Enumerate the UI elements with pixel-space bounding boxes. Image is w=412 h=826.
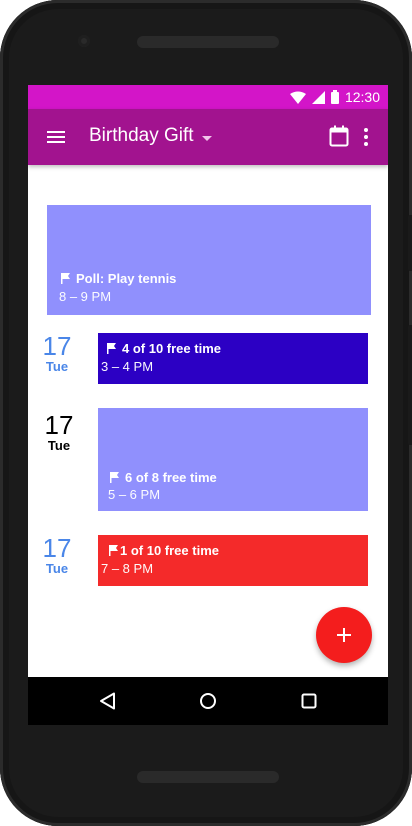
signal-icon (311, 90, 325, 104)
event-title: Poll: Play tennis (76, 271, 177, 286)
menu-button[interactable] (44, 125, 68, 149)
front-camera (78, 35, 90, 47)
date-weekday: Tue (47, 438, 71, 453)
event-title: 6 of 8 free time (125, 470, 217, 485)
bottom-speaker (137, 771, 279, 783)
event-time: 3 – 4 PM (101, 359, 154, 374)
date-weekday: Tue (45, 359, 69, 374)
menu-icon (47, 131, 65, 143)
dropdown-caret-icon (201, 135, 212, 141)
app-bar: Birthday Gift (28, 109, 388, 165)
back-button[interactable] (96, 689, 120, 713)
flag-icon (109, 545, 118, 556)
date-day: 17 (44, 410, 74, 440)
plus-icon (337, 628, 351, 642)
flag-icon (61, 273, 70, 284)
navigation-bar (28, 677, 388, 725)
volume-button (408, 215, 412, 271)
status-bar: 12:30 (28, 85, 388, 109)
calendar-button[interactable] (329, 125, 351, 149)
date-label: 17 Tue (34, 412, 84, 454)
more-options-button[interactable] (358, 125, 374, 149)
calendar-icon (329, 125, 349, 147)
more-vert-icon (364, 128, 368, 132)
screen: 12:30 Birthday Gift Poll: Play tennis 8 … (28, 85, 388, 725)
title-dropdown[interactable]: Birthday Gift (89, 125, 212, 147)
phone-frame: 12:30 Birthday Gift Poll: Play tennis 8 … (0, 0, 412, 826)
home-icon (200, 693, 216, 709)
event-card-poll[interactable]: Poll: Play tennis 8 – 9 PM (47, 205, 371, 315)
event-time: 5 – 6 PM (108, 487, 161, 502)
event-card-free-time[interactable]: 6 of 8 free time 5 – 6 PM (98, 408, 368, 511)
earpiece-speaker (137, 36, 279, 48)
date-weekday: Tue (45, 561, 69, 576)
add-event-button[interactable] (316, 607, 372, 663)
wifi-icon (289, 91, 306, 104)
event-time: 8 – 9 PM (59, 289, 112, 304)
flag-icon (107, 343, 116, 354)
battery-icon (330, 90, 339, 104)
power-button (408, 325, 412, 445)
recents-icon (301, 693, 317, 709)
recents-button[interactable] (297, 689, 321, 713)
event-title: 4 of 10 free time (122, 341, 221, 356)
date-day: 17 (42, 331, 72, 361)
event-card-free-time[interactable]: 1 of 10 free time 7 – 8 PM (98, 535, 368, 586)
event-time: 7 – 8 PM (101, 561, 154, 576)
date-day: 17 (42, 533, 72, 563)
date-label: 17 Tue (32, 535, 82, 577)
event-card-free-time[interactable]: 4 of 10 free time 3 – 4 PM (98, 333, 368, 384)
status-icons: 12:30 (289, 85, 380, 109)
home-button[interactable] (196, 689, 220, 713)
flag-icon (110, 472, 119, 483)
date-label: 17 Tue (32, 333, 82, 375)
back-icon (100, 692, 115, 710)
event-title: 1 of 10 free time (120, 543, 219, 558)
app-title: Birthday Gift (89, 125, 194, 146)
status-time: 12:30 (344, 89, 380, 105)
